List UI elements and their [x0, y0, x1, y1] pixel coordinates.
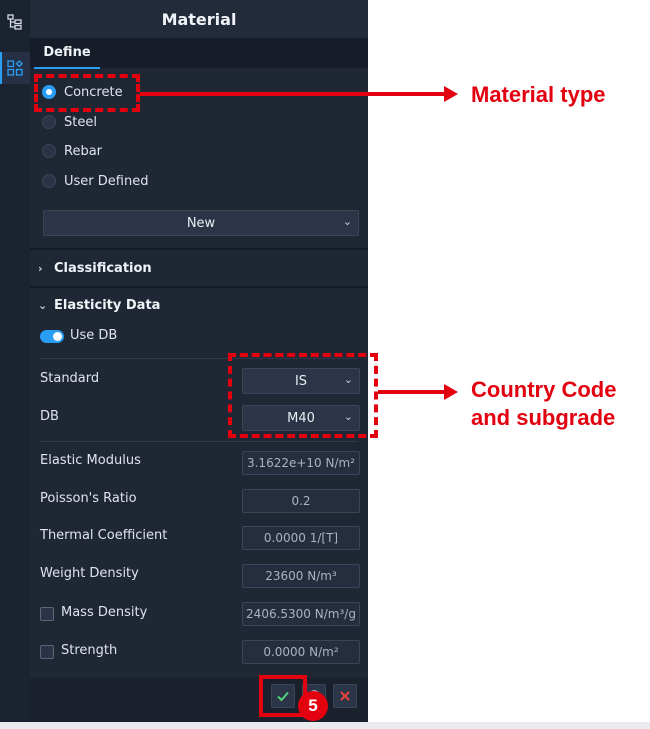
elastic-modulus-label: Elastic Modulus — [40, 453, 141, 468]
strength-label: Strength — [61, 643, 118, 658]
step-badge: 5 — [298, 691, 328, 721]
annotation-arrow-line — [140, 92, 446, 96]
strength-field[interactable]: 0.0000 N/m² — [242, 640, 360, 664]
use-db-toggle[interactable] — [40, 330, 64, 343]
tree-icon — [7, 14, 22, 30]
close-icon — [340, 691, 350, 701]
radio-rebar[interactable]: Rebar — [30, 137, 368, 165]
chevron-right-icon: › — [38, 261, 43, 275]
grid-settings-icon — [7, 60, 23, 76]
mass-density-checkbox[interactable] — [40, 607, 54, 621]
weight-density-field[interactable]: 23600 N/m³ — [242, 564, 360, 588]
annotation-arrow-line — [378, 390, 446, 394]
divider — [40, 441, 358, 442]
elastic-modulus-field[interactable]: 3.1622e+10 N/m² — [242, 451, 360, 475]
section-divider — [30, 248, 368, 250]
thermal-coefficient-field[interactable]: 0.0000 1/[T] — [242, 526, 360, 550]
material-select-value: New — [186, 215, 216, 231]
icon-rail — [0, 0, 31, 722]
tab-define[interactable]: Define — [34, 38, 100, 69]
radio-steel[interactable]: Steel — [30, 108, 368, 136]
thermal-coefficient-label: Thermal Coefficient — [40, 528, 168, 543]
material-select[interactable]: New ⌄ — [43, 210, 359, 236]
close-button[interactable] — [333, 684, 357, 708]
radio-button[interactable] — [42, 115, 56, 129]
mass-density-label: Mass Density — [61, 605, 148, 620]
use-db-label: Use DB — [70, 328, 118, 343]
radio-user-defined[interactable]: User Defined — [30, 167, 368, 195]
mass-density-field[interactable]: 2406.5300 N/m³/g — [242, 602, 360, 626]
radio-button[interactable] — [42, 144, 56, 158]
section-elasticity-data[interactable]: ⌄ Elasticity Data — [30, 288, 368, 322]
poissons-ratio-field[interactable]: 0.2 — [242, 489, 360, 513]
chevron-down-icon: ⌄ — [342, 215, 352, 228]
db-label: DB — [40, 409, 59, 424]
section-title: Classification — [54, 260, 152, 276]
chevron-down-icon: ⌄ — [38, 298, 48, 312]
radio-label: Steel — [64, 114, 97, 130]
section-classification[interactable]: › Classification — [30, 251, 368, 285]
standard-label: Standard — [40, 371, 100, 386]
section-title: Elasticity Data — [54, 297, 161, 313]
radio-label: Rebar — [64, 143, 103, 159]
country-code-annotation: Country Code — [471, 377, 617, 402]
material-type-annotation: Material type — [471, 82, 606, 107]
tree-view-button[interactable] — [0, 6, 30, 38]
material-type-highlight — [34, 74, 140, 112]
country-code-highlight — [228, 353, 378, 438]
panel-title: Material — [30, 0, 368, 38]
properties-button[interactable] — [0, 52, 30, 84]
tab-bar: Define — [30, 38, 368, 69]
radio-button[interactable] — [42, 174, 56, 188]
poissons-ratio-label: Poisson's Ratio — [40, 491, 137, 506]
subgrade-annotation: and subgrade — [471, 405, 616, 430]
annotation-arrowhead — [444, 86, 458, 102]
bottom-strip — [0, 722, 650, 729]
strength-checkbox[interactable] — [40, 645, 54, 659]
weight-density-label: Weight Density — [40, 566, 139, 581]
radio-label: User Defined — [64, 173, 149, 189]
annotation-arrowhead — [444, 384, 458, 400]
